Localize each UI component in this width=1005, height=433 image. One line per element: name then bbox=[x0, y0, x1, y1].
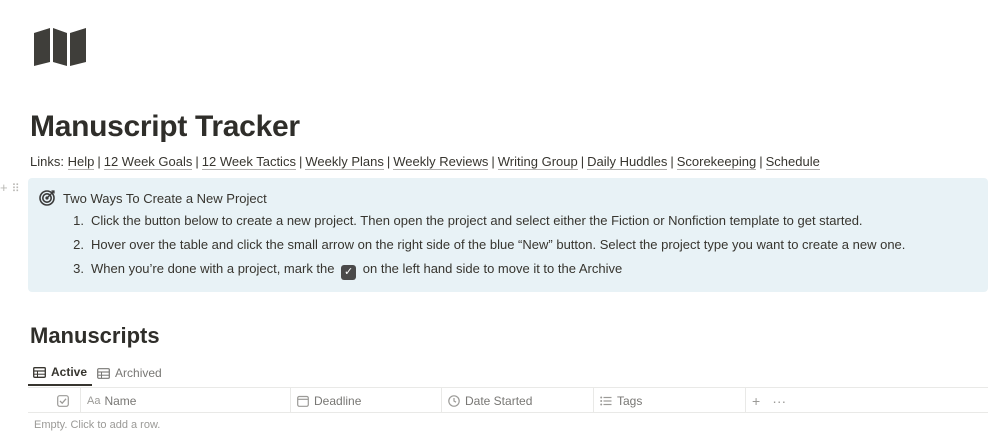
callout-list: 1. Click the button below to create a ne… bbox=[64, 213, 905, 285]
tab-archived[interactable]: Archived bbox=[92, 360, 167, 386]
tab-label: Archived bbox=[115, 366, 162, 380]
link-separator: | bbox=[670, 154, 674, 169]
column-actions: + ··· bbox=[746, 388, 798, 413]
link-12-week-goals[interactable]: 12 Week Goals bbox=[103, 154, 193, 170]
link-separator: | bbox=[491, 154, 495, 169]
list-icon bbox=[600, 396, 612, 405]
link-writing-group[interactable]: Writing Group bbox=[497, 154, 578, 170]
list-number: 3. bbox=[73, 261, 84, 276]
link-weekly-plans[interactable]: Weekly Plans bbox=[305, 154, 384, 170]
view-tabs: Active Archived bbox=[28, 360, 167, 386]
list-text-after: on the left hand side to move it to the … bbox=[362, 261, 623, 276]
target-icon[interactable] bbox=[39, 190, 55, 206]
checkmark-icon: ✓ bbox=[341, 265, 357, 280]
list-item: 2. Hover over the table and click the sm… bbox=[64, 237, 905, 261]
column-label: Name bbox=[104, 393, 137, 408]
calendar-icon bbox=[297, 395, 309, 407]
list-text: Click the button below to create a new p… bbox=[91, 213, 863, 228]
link-weekly-reviews[interactable]: Weekly Reviews bbox=[393, 154, 489, 170]
add-column-icon[interactable]: + bbox=[752, 393, 760, 409]
column-date-started[interactable]: Date Started bbox=[442, 388, 594, 413]
checkbox-icon bbox=[57, 394, 69, 407]
callout-block: Two Ways To Create a New Project 1. Clic… bbox=[28, 178, 988, 292]
list-item: 3. When you’re done with a project, mark… bbox=[64, 261, 905, 285]
link-separator: | bbox=[580, 154, 585, 169]
tab-label: Active bbox=[51, 365, 88, 379]
tab-active[interactable]: Active bbox=[28, 360, 93, 386]
more-options-icon[interactable]: ··· bbox=[772, 393, 786, 409]
add-block-icon[interactable]: + bbox=[0, 180, 8, 195]
map-icon[interactable] bbox=[33, 27, 87, 67]
column-name[interactable]: Aa Name bbox=[81, 388, 291, 413]
link-separator: | bbox=[298, 154, 303, 169]
column-label: Date Started bbox=[465, 393, 533, 408]
list-text: Hover over the table and click the small… bbox=[91, 237, 906, 252]
table-header: Aa Name Deadline Date Started Tags + ··· bbox=[28, 387, 988, 413]
database-title: Manuscripts bbox=[30, 323, 160, 348]
clock-icon bbox=[448, 394, 460, 407]
list-text: When you’re done with a project, mark th… bbox=[91, 261, 622, 280]
block-handle: + ⠿ bbox=[0, 180, 20, 195]
drag-handle-icon[interactable]: ⠿ bbox=[12, 182, 20, 195]
list-item: 1. Click the button below to create a ne… bbox=[64, 213, 905, 237]
link-scorekeeping[interactable]: Scorekeeping bbox=[676, 154, 757, 170]
link-separator: | bbox=[759, 154, 763, 169]
link-daily-huddles[interactable]: Daily Huddles bbox=[587, 154, 668, 170]
column-tags[interactable]: Tags bbox=[594, 388, 746, 413]
text-icon: Aa bbox=[87, 394, 101, 407]
link-12-week-tactics[interactable]: 12 Week Tactics bbox=[201, 154, 296, 170]
column-label: Deadline bbox=[314, 393, 362, 408]
callout-title: Two Ways To Create a New Project bbox=[63, 191, 267, 206]
links-line: Links: Help | 12 Week Goals | 12 Week Tactic… bbox=[30, 154, 820, 170]
link-help[interactable]: Help bbox=[67, 154, 95, 170]
list-text-before: When you’re done with a project, mark th… bbox=[91, 261, 335, 276]
link-separator: | bbox=[195, 154, 199, 169]
link-separator: | bbox=[386, 154, 391, 169]
link-separator: | bbox=[97, 154, 101, 169]
table-icon bbox=[33, 366, 46, 378]
column-label: Tags bbox=[617, 393, 643, 408]
column-deadline[interactable]: Deadline bbox=[291, 388, 442, 413]
list-number: 1. bbox=[73, 213, 84, 228]
table-icon bbox=[97, 367, 110, 379]
column-checkbox[interactable] bbox=[28, 388, 81, 413]
empty-table-placeholder[interactable]: Empty. Click to add a row. bbox=[34, 419, 160, 431]
page-title: Manuscript Tracker bbox=[30, 110, 300, 143]
links-prefix: Links: bbox=[30, 154, 64, 169]
link-schedule[interactable]: Schedule bbox=[765, 154, 820, 170]
list-number: 2. bbox=[73, 237, 84, 252]
